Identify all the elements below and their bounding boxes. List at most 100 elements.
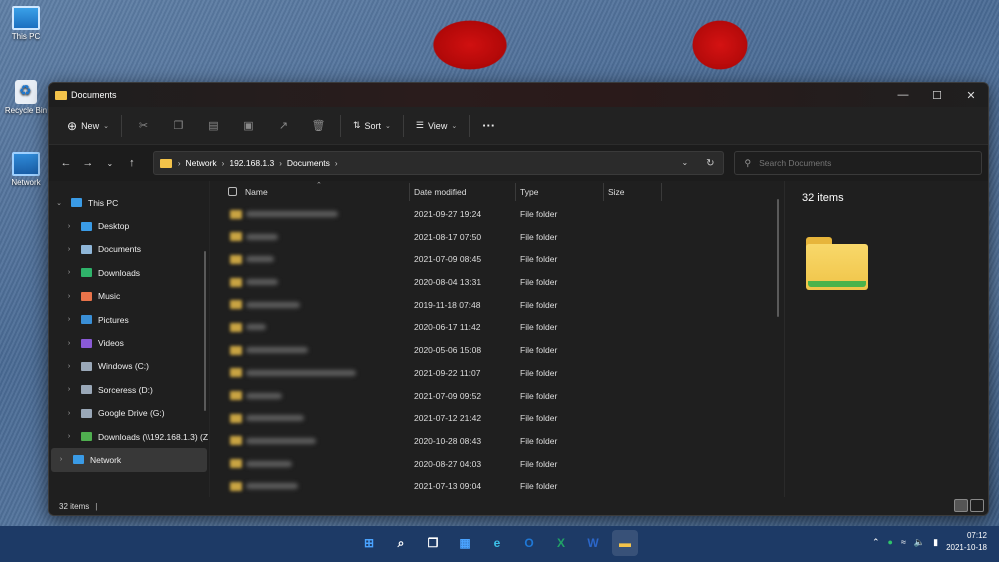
column-divider[interactable]: [661, 183, 662, 201]
start-icon[interactable]: ⊞: [356, 530, 382, 556]
nav-item-label: Downloads (\\192.168.1.3) (Z: [98, 431, 209, 442]
column-type[interactable]: Type: [520, 187, 538, 197]
file-list-scrollbar[interactable]: [777, 199, 779, 317]
copy-icon[interactable]: ❐: [161, 119, 196, 132]
edge-icon[interactable]: e: [484, 530, 510, 556]
title-bar[interactable]: Documents — ☐ ✕: [49, 83, 988, 107]
nav-item-downloads[interactable]: › Downloads: [49, 261, 209, 284]
file-row[interactable]: 2020-08-04 13:31 File folder: [210, 271, 784, 294]
nav-item-videos[interactable]: › Videos: [49, 331, 209, 354]
chevron-right-icon[interactable]: ›: [63, 316, 75, 323]
file-row[interactable]: 2021-07-12 21:42 File folder: [210, 407, 784, 430]
file-row[interactable]: 2021-07-13 09:04 File folder: [210, 475, 784, 498]
refresh-icon[interactable]: ↻: [706, 158, 714, 169]
chevron-right-icon[interactable]: ›: [63, 269, 75, 276]
details-view-icon[interactable]: [954, 499, 968, 512]
tray-chevron-up-icon[interactable]: ⌃: [872, 537, 880, 548]
breadcrumb-network[interactable]: Network: [185, 158, 216, 168]
chevron-down-icon[interactable]: ⌄: [53, 199, 65, 207]
new-button[interactable]: ⊕ New ⌄: [59, 113, 117, 139]
chevron-right-icon[interactable]: ›: [63, 363, 75, 370]
maximize-button[interactable]: ☐: [920, 83, 954, 107]
chevron-right-icon[interactable]: ›: [63, 386, 75, 393]
cut-icon[interactable]: ✂: [126, 119, 161, 132]
file-row[interactable]: 2021-07-09 08:45 File folder: [210, 248, 784, 271]
column-divider[interactable]: [515, 183, 516, 201]
rename-icon[interactable]: ▣: [231, 119, 266, 132]
file-row[interactable]: 2019-11-18 07:48 File folder: [210, 294, 784, 317]
address-bar[interactable]: › Network › 192.168.1.3 › Documents › ⌄ …: [152, 151, 724, 175]
breadcrumb-documents[interactable]: Documents: [287, 158, 330, 168]
select-all-checkbox[interactable]: [228, 187, 237, 196]
up-arrow-icon[interactable]: ↑: [121, 157, 143, 169]
chevron-right-icon[interactable]: ›: [63, 340, 75, 347]
volume-icon[interactable]: 🔈: [914, 537, 925, 548]
desktop-icon-recycle-bin[interactable]: Recycle Bin: [4, 80, 48, 115]
wifi-icon[interactable]: ≈: [901, 537, 906, 547]
chevron-right-icon[interactable]: ›: [63, 293, 75, 300]
outlook-icon[interactable]: O: [516, 530, 542, 556]
file-explorer-icon[interactable]: ▬: [612, 530, 638, 556]
view-button[interactable]: ☰ View ⌄: [408, 113, 465, 139]
nav-item-network-drive[interactable]: › Downloads (\\192.168.1.3) (Z: [49, 425, 209, 448]
column-divider[interactable]: [409, 183, 410, 201]
breadcrumb-chevron-icon: ›: [221, 158, 225, 168]
search-icon[interactable]: ⌕: [388, 530, 414, 556]
search-input[interactable]: [759, 158, 960, 168]
file-name: [230, 254, 370, 264]
word-icon[interactable]: W: [580, 530, 606, 556]
file-row[interactable]: 2021-07-09 09:52 File folder: [210, 385, 784, 408]
nav-item-desktop[interactable]: › Desktop: [49, 214, 209, 237]
file-row[interactable]: 2021-09-27 19:24 File folder: [210, 203, 784, 226]
nav-item-label: This PC: [88, 197, 119, 208]
chevron-right-icon[interactable]: ›: [63, 223, 75, 230]
desktop-icon-network[interactable]: Network: [4, 152, 48, 187]
nav-item-network[interactable]: › Network: [51, 448, 207, 472]
search-box[interactable]: ⚲: [733, 151, 983, 175]
status-item-count: 32 items: [59, 501, 90, 511]
file-row[interactable]: 2020-08-27 04:03 File folder: [210, 453, 784, 476]
sort-button[interactable]: ⇅ Sort ⌄: [345, 113, 399, 139]
nav-item-drive-g[interactable]: › Google Drive (G:): [49, 402, 209, 425]
share-icon[interactable]: ↗: [266, 119, 301, 132]
nav-item-this-pc[interactable]: ⌄ This PC: [49, 191, 209, 214]
excel-icon[interactable]: X: [548, 530, 574, 556]
minimize-button[interactable]: —: [886, 83, 920, 107]
chevron-right-icon[interactable]: ›: [63, 433, 75, 440]
nav-item-music[interactable]: › Music: [49, 285, 209, 308]
task-view-icon[interactable]: ❐: [420, 530, 446, 556]
clock[interactable]: 07:12 2021-10-18: [946, 530, 987, 554]
breadcrumb-host[interactable]: 192.168.1.3: [229, 158, 274, 168]
recent-chevron-icon[interactable]: ⌄: [99, 159, 121, 168]
column-name[interactable]: Name: [245, 187, 268, 197]
column-divider[interactable]: [603, 183, 604, 201]
file-row[interactable]: 2020-06-17 11:42 File folder: [210, 316, 784, 339]
nav-item-drive-c[interactable]: › Windows (C:): [49, 355, 209, 378]
security-shield-icon[interactable]: ●: [888, 537, 893, 547]
close-button[interactable]: ✕: [954, 83, 988, 107]
chevron-right-icon[interactable]: ›: [55, 456, 67, 463]
chevron-right-icon[interactable]: ›: [63, 410, 75, 417]
chevron-right-icon[interactable]: ›: [63, 246, 75, 253]
back-arrow-icon[interactable]: ←: [55, 157, 77, 169]
file-row[interactable]: 2021-09-22 11:07 File folder: [210, 362, 784, 385]
forward-arrow-icon[interactable]: →: [77, 157, 99, 169]
tiles-view-icon[interactable]: [970, 499, 984, 512]
nav-scrollbar[interactable]: [204, 251, 206, 411]
delete-icon[interactable]: 🗑: [301, 119, 336, 132]
column-size[interactable]: Size: [608, 187, 625, 197]
nav-item-documents[interactable]: › Documents: [49, 238, 209, 261]
file-row[interactable]: 2020-05-06 15:08 File folder: [210, 339, 784, 362]
battery-icon[interactable]: ▮: [933, 537, 938, 548]
more-options-button[interactable]: ···: [474, 113, 503, 139]
nav-item-drive-d[interactable]: › Sorceress (D:): [49, 378, 209, 401]
folder-icon: [55, 90, 67, 100]
paste-icon[interactable]: ▤: [196, 119, 231, 132]
desktop-icon-this-pc[interactable]: This PC: [4, 6, 48, 41]
address-history-chevron-icon[interactable]: ⌄: [681, 158, 688, 169]
file-row[interactable]: 2021-08-17 07:50 File folder: [210, 226, 784, 249]
nav-item-pictures[interactable]: › Pictures: [49, 308, 209, 331]
file-row[interactable]: 2020-10-28 08:43 File folder: [210, 430, 784, 453]
widgets-icon[interactable]: ▦: [452, 530, 478, 556]
column-date-modified[interactable]: Date modified: [414, 187, 466, 197]
